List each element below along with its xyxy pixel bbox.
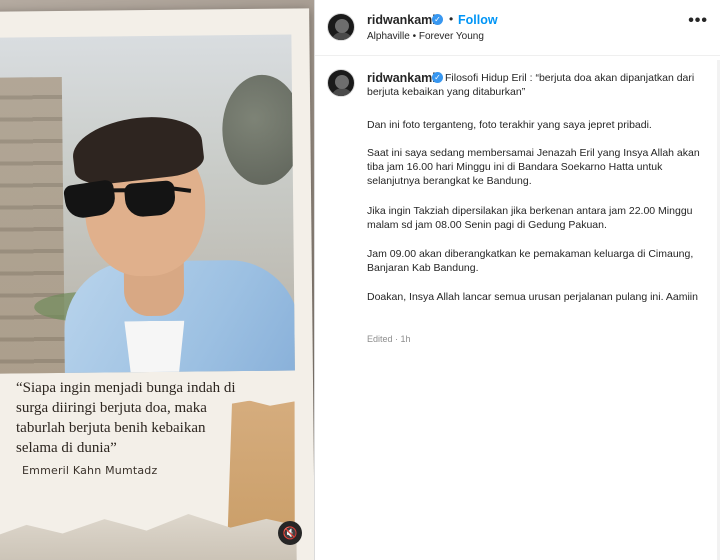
portrait-photo <box>0 34 295 374</box>
post-header: ridwankamil ✓ • Follow Alphaville • Fore… <box>315 0 720 56</box>
caption-paragraph: Dan ini foto terganteng, foto terakhir y… <box>367 119 652 131</box>
post-media[interactable]: “Siapa ingin menjadi bunga indah di surg… <box>0 0 314 560</box>
verified-badge-icon: ✓ <box>432 14 443 25</box>
caption-paragraph: Jam 09.00 akan diberangkatkan ke pemakam… <box>367 248 694 274</box>
mute-icon[interactable]: 🔇 <box>278 521 302 545</box>
white-shirt <box>124 321 185 374</box>
tree-background <box>221 74 295 186</box>
caption-avatar[interactable] <box>327 69 355 97</box>
caption-username[interactable]: ridwankamil <box>367 71 439 85</box>
caption-paragraph: Jika ingin Takziah dipersilakan jika ber… <box>367 205 693 231</box>
sunglasses-bridge <box>110 188 130 193</box>
photo-card <box>0 8 314 560</box>
music-link[interactable]: Alphaville • Forever Young <box>367 31 484 42</box>
avatar[interactable] <box>327 13 355 41</box>
caption-paragraph: Doakan, Insya Allah lancar semua urusan … <box>367 291 698 303</box>
caption-paragraph: Saat ini saya sedang membersamai Jenazah… <box>367 147 700 187</box>
colosseum-background <box>0 76 65 374</box>
follow-button[interactable]: Follow <box>458 13 498 27</box>
caption-verified-badge-icon: ✓ <box>432 72 443 83</box>
separator-dot: • <box>449 12 454 26</box>
post-details-panel: ridwankamil ✓ • Follow Alphaville • Fore… <box>315 0 720 560</box>
more-options-icon[interactable]: ••• <box>688 13 708 29</box>
edited-timestamp: Edited · 1h <box>367 334 411 344</box>
header-username[interactable]: ridwankamil <box>367 13 439 27</box>
quote-author: Emmeril Kahn Mumtadz <box>22 464 158 477</box>
quote-text: “Siapa ingin menjadi bunga indah di surg… <box>16 380 236 456</box>
